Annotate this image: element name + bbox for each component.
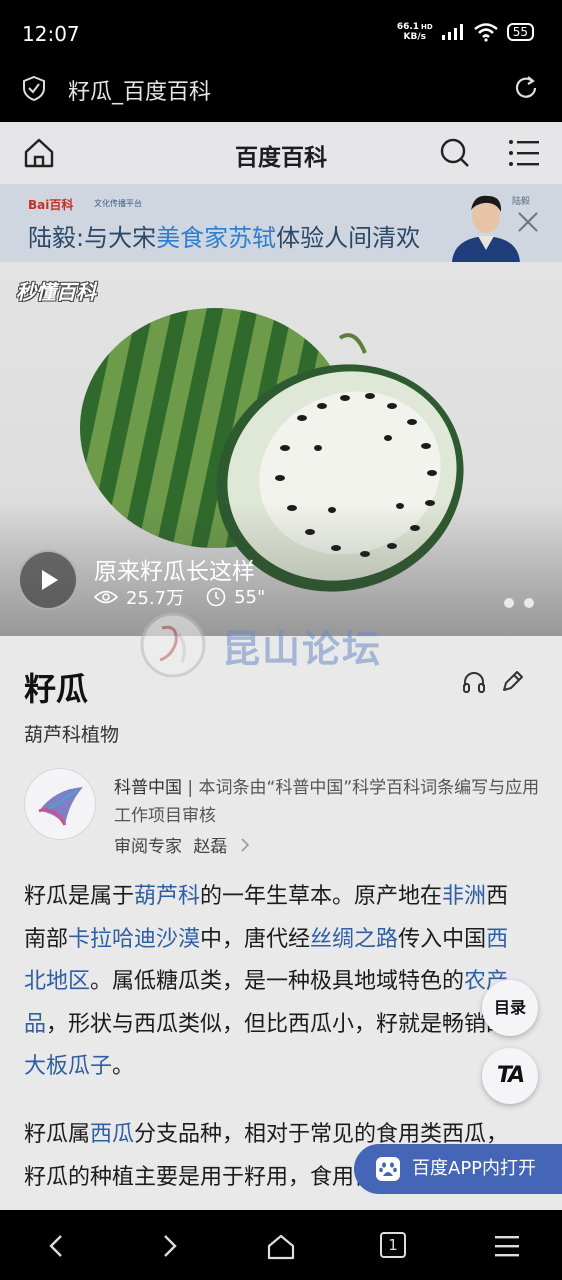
para-text: 籽瓜是属于 (24, 884, 135, 909)
web-page: 百度百科 Bai百科 文化传播平台 陆毅:与大宋美食家苏轼体验人间清欢 陆毅 秒… (0, 122, 562, 1210)
shield-icon[interactable] (20, 74, 48, 102)
para-text: 传入中国 (398, 926, 487, 952)
browser-address-bar[interactable]: 籽瓜_百度百科 (0, 66, 562, 122)
link-africa[interactable]: 非洲 (442, 884, 486, 909)
banner-headline[interactable]: 陆毅:与大宋美食家苏轼体验人间清欢 (28, 218, 420, 253)
forum-watermark: 昆山论坛 (138, 604, 438, 696)
baike-logo: Bai百科 (28, 198, 74, 212)
eye-icon (94, 590, 118, 604)
net-speed: 66.1 HD KB/s (397, 22, 433, 42)
net-speed-value: 66.1 (396, 22, 420, 32)
browser-page-title[interactable]: 籽瓜_百度百科 (68, 74, 211, 106)
headphones-icon[interactable] (460, 668, 488, 696)
link-kalahari[interactable]: 卡拉哈迪沙漠 (68, 927, 200, 952)
entry-title: 籽瓜 (24, 670, 89, 708)
para-text: 的一年生草本。原产地在 (200, 884, 443, 909)
toc-button[interactable]: 目录 (482, 980, 538, 1036)
refresh-icon[interactable] (512, 74, 540, 102)
kepu-avatar[interactable] (24, 768, 96, 840)
net-speed-unit: KB/s (403, 32, 427, 42)
miaodong-logo: 秒懂百科 (16, 280, 96, 304)
site-header: 百度百科 (0, 122, 562, 184)
browser-bottom-nav: 1 (0, 1210, 562, 1280)
carousel-dot[interactable] (504, 598, 514, 608)
edit-icon[interactable] (498, 668, 526, 696)
carousel-dots[interactable] (504, 598, 534, 608)
banner-side-tag: 陆毅 (512, 197, 531, 207)
reviewer-name: 赵磊 (193, 837, 228, 857)
play-button[interactable] (18, 550, 78, 610)
close-icon[interactable] (514, 208, 542, 236)
link-watermelon[interactable]: 西瓜 (90, 1122, 134, 1147)
font-size-button[interactable]: TA (482, 1048, 538, 1104)
paw-icon (376, 1157, 400, 1181)
partner-logo: 文化传播平台 (94, 199, 142, 208)
para-text: 。属低糖瓜类，是一种极具地域特色的 (90, 969, 465, 994)
menu-icon[interactable] (508, 138, 540, 168)
paragraph-1: 籽瓜是属于葫芦科的一年生草本。原产地在非洲西南部卡拉哈迪沙漠中，唐代经丝绸之路传… (24, 876, 524, 1089)
link-daban-guazi[interactable]: 大板瓜子 (24, 1054, 112, 1079)
link-silk-road[interactable]: 丝绸之路 (310, 927, 398, 952)
open-app-label: 百度APP内打开 (412, 1158, 537, 1179)
back-icon[interactable] (42, 1232, 72, 1260)
home-nav-icon[interactable] (266, 1232, 296, 1260)
font-size-label: TA (496, 1063, 525, 1088)
status-time: 12:07 (22, 22, 80, 46)
hero-video[interactable]: 秒懂百科 原来籽瓜长这样 25.7万 55" (0, 262, 562, 636)
headline-highlight: 美食家苏轼 (156, 224, 277, 252)
search-icon[interactable] (438, 136, 472, 170)
status-bar: 12:07 66.1 HD KB/s 55 (0, 0, 562, 66)
video-title: 原来籽瓜长这样 (94, 559, 255, 585)
chevron-right-icon (241, 838, 249, 852)
tab-count: 1 (388, 1236, 398, 1254)
battery-indicator: 55 (506, 23, 534, 41)
carousel-dot[interactable] (524, 598, 534, 608)
tabs-button[interactable]: 1 (380, 1232, 406, 1258)
kepu-logo-icon (38, 787, 83, 826)
link-hulu-ke[interactable]: 葫芦科 (134, 884, 200, 909)
review-source[interactable]: 科普中国 | 本词条由“科普中国”科学百科词条编写与应用工作项目审核 审阅专家 … (24, 768, 544, 858)
headline-suffix: 体验人间清欢 (276, 224, 421, 252)
site-title: 百度百科 (235, 145, 327, 171)
divider: | (182, 778, 199, 798)
para-text: 籽瓜属 (24, 1122, 91, 1147)
play-icon (42, 570, 58, 590)
para-text: 。 (112, 1054, 135, 1079)
entry-subtitle: 葫芦科植物 (24, 724, 120, 746)
reviewer-label: 审阅专家 (114, 837, 182, 857)
headline-prefix: 陆毅:与大宋 (28, 224, 157, 252)
wifi-icon (473, 23, 498, 42)
review-org[interactable]: 科普中国 (114, 778, 182, 798)
watermark-text: 昆山论坛 (222, 627, 383, 671)
hd-label: HD (421, 23, 433, 31)
more-icon[interactable] (492, 1232, 522, 1260)
watermark-seal-icon (140, 612, 206, 678)
review-description: 科普中国 | 本词条由“科普中国”科学百科词条编写与应用工作项目审核 (114, 774, 544, 830)
forward-icon[interactable] (154, 1232, 184, 1260)
promo-banner[interactable]: Bai百科 文化传播平台 陆毅:与大宋美食家苏轼体验人间清欢 陆毅 (0, 184, 562, 262)
reviewer-link[interactable]: 审阅专家 赵磊 (114, 832, 251, 857)
open-in-app-button[interactable]: 百度APP内打开 (354, 1144, 562, 1194)
para-text: ，形状与西瓜类似，但比西瓜小，籽就是畅销的 (46, 1011, 509, 1037)
status-icons: 66.1 HD KB/s 55 (397, 22, 534, 42)
para-text: 中，唐代经 (200, 926, 311, 952)
signal-icon (441, 24, 463, 40)
